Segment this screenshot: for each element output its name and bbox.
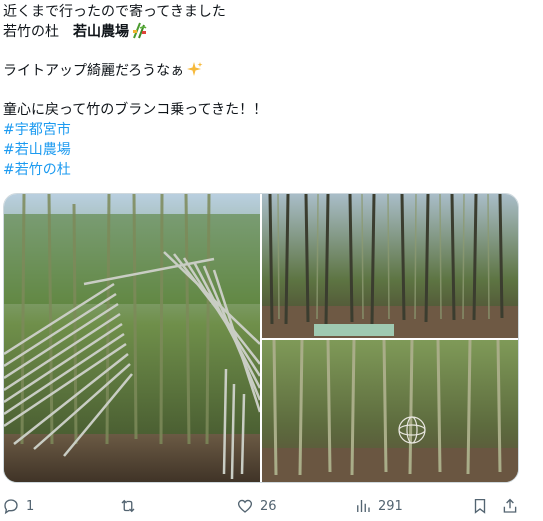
hashtag-link[interactable]: #若竹の杜 <box>3 160 533 180</box>
tweet-line: 若竹の杜 若山農場 <box>3 22 533 42</box>
bamboo-arch-swing-photo[interactable] <box>4 194 260 482</box>
media-grid <box>3 193 519 483</box>
bamboo-forest-path-photo[interactable] <box>262 194 518 338</box>
tweet-line: ライトアップ綺麗だろうなぁ <box>3 61 533 81</box>
tweet-text: 近くまで行ったので寄ってきました 若竹の杜 若山農場 ライトアップ綺麗だろうなぁ… <box>3 2 533 180</box>
retweet-icon <box>121 499 135 513</box>
views-chart-icon <box>357 500 370 512</box>
share-icon <box>503 498 517 513</box>
tweet-line-text: ライトアップ綺麗だろうなぁ <box>3 63 185 79</box>
tweet-actions-bar: 1 26 291 <box>0 492 543 521</box>
reply-icon <box>4 499 18 515</box>
views-button[interactable]: 291 <box>354 494 403 518</box>
retweet-button[interactable] <box>119 494 143 518</box>
reply-button[interactable]: 1 <box>2 494 34 518</box>
bamboo-decoration-emoji <box>131 22 148 45</box>
tweet-line-text: 若竹の杜 <box>3 24 73 40</box>
hashtag-link[interactable]: #宇都宮市 <box>3 120 533 140</box>
reply-count: 1 <box>26 498 35 514</box>
like-button[interactable]: 26 <box>236 494 277 518</box>
sparkles-icon <box>186 61 203 84</box>
bookmark-button[interactable] <box>471 494 489 518</box>
like-count: 26 <box>260 498 277 514</box>
farm-name: 若山農場 <box>73 24 129 40</box>
heart-icon <box>237 499 253 513</box>
share-button[interactable] <box>501 494 519 518</box>
bamboo-grove-photo[interactable] <box>262 340 518 482</box>
view-count: 291 <box>378 498 403 514</box>
bookmark-icon <box>474 498 486 514</box>
hashtag-link[interactable]: #若山農場 <box>3 140 533 160</box>
tweet-line: 童心に戻って竹のブランコ乗ってきた！！ <box>3 102 268 118</box>
tweet-line: 近くまで行ったので寄ってきました <box>3 4 226 20</box>
